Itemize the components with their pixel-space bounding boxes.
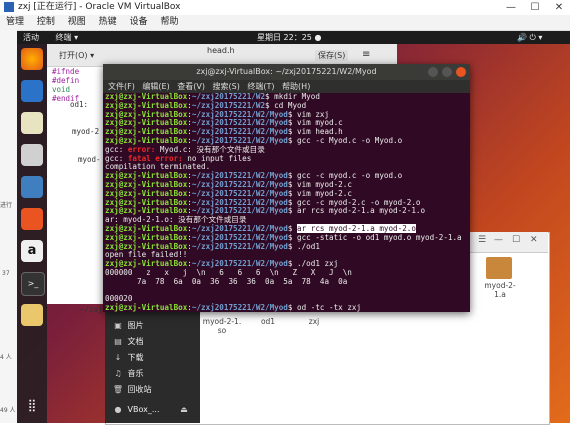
rhythmbox-icon[interactable] <box>21 112 43 134</box>
host-label: 4 人 <box>0 354 12 361</box>
archive-file-icon[interactable] <box>486 257 512 279</box>
terminal-title: zxj@zxj-VirtualBox: ~/zxj20175221/W2/Myo… <box>196 67 377 76</box>
sidebar-label: 文档 <box>127 337 144 346</box>
maximize-icon[interactable]: ☐ <box>512 235 520 245</box>
files-sidebar: ▣ 图片 ▤ 文档 ↓ 下载 ♫ 音乐 🗑 回收站 ● VBox_... ⏏ <box>105 311 200 423</box>
sidebar-item-pictures[interactable]: ▣ 图片 <box>111 319 144 333</box>
download-icon: ↓ <box>114 353 122 362</box>
gedit-side-text: myod-2 <box>72 127 100 136</box>
sidebar-label: 下载 <box>127 353 144 362</box>
terminal-titlebar: zxj@zxj-VirtualBox: ~/zxj20175221/W2/Myo… <box>103 64 470 80</box>
host-left-strip: 进行 37 4 人 49 人 <box>0 30 18 423</box>
gedit-code: #ifnde #defin void #endif <box>52 67 79 103</box>
minimize-icon[interactable]: — <box>494 235 503 245</box>
terminal-line: zxj@zxj-VirtualBox:~/zxj20175221/W2/Myod… <box>105 303 362 312</box>
gedit-file-title: head.h <box>207 46 235 55</box>
disc-icon: ● <box>114 405 122 414</box>
file-label[interactable]: zxj <box>294 317 334 326</box>
documents-icon: ▤ <box>114 337 122 346</box>
host-label: 49 人 <box>0 407 16 414</box>
open-button[interactable]: 打开(O) ▾ <box>59 50 94 61</box>
writer-icon[interactable] <box>21 176 43 198</box>
ubuntu-dock: a >_ ⣿ <box>17 44 47 423</box>
virtualbox-icon <box>4 2 14 12</box>
terminal-menubar: 文件(F) 编辑(E) 查看(V) 搜索(S) 终端(T) 帮助(H) <box>103 80 470 93</box>
clock[interactable]: 星期日 22：25 ● <box>257 31 321 44</box>
file-label[interactable]: myod-2-1.a <box>480 281 520 299</box>
sidebar-item-downloads[interactable]: ↓ 下载 <box>111 351 144 365</box>
host-label: 进行 <box>0 202 13 209</box>
terminal-close-button[interactable] <box>456 67 466 77</box>
terminal-minimize-button[interactable] <box>428 67 438 77</box>
code-line: #ifnde <box>52 67 80 76</box>
view-list-icon[interactable]: ☰ <box>478 235 486 245</box>
terminal-menu-help[interactable]: 帮助(H) <box>282 82 310 91</box>
sidebar-item-trash[interactable]: 🗑 回收站 <box>111 383 152 397</box>
terminal-menu-terminal[interactable]: 终端(T) <box>247 82 274 91</box>
sidebar-item-documents[interactable]: ▤ 文档 <box>111 335 144 349</box>
code-line: #defin <box>52 76 80 85</box>
code-line: void <box>52 85 71 94</box>
gedit-side-text: ~/zxj <box>80 305 103 314</box>
maximize-button[interactable]: ☐ <box>524 0 546 15</box>
sidebar-item-vbox[interactable]: ● VBox_... ⏏ <box>111 403 188 417</box>
menu-control[interactable]: 控制 <box>37 17 55 27</box>
activities-button[interactable]: 活动 <box>23 33 39 42</box>
ubuntu-topbar: 活动 终端 ▾ 星期日 22：25 ● 🔊 ⏻ ▾ <box>17 31 570 44</box>
gedit-side-text: myod- <box>78 155 101 164</box>
terminal-line: 7a 78 6a 0a 36 36 36 0a 5a 78 4a 0a <box>105 276 348 286</box>
vbox-title: zxj [正在运行] - Oracle VM VirtualBox <box>18 2 181 12</box>
music-icon: ♫ <box>114 369 122 378</box>
terminal-output[interactable]: zxj@zxj-VirtualBox:~/zxj20175221/W2$ mkd… <box>103 93 472 312</box>
vbox-titlebar: zxj [正在运行] - Oracle VM VirtualBox — ☐ ✕ <box>0 0 570 15</box>
host-label: 37 <box>2 270 10 277</box>
menu-manage[interactable]: 管理 <box>6 17 24 27</box>
terminal-menu-edit[interactable]: 编辑(E) <box>142 82 169 91</box>
sidebar-label: VBox_... <box>127 405 160 414</box>
show-apps-icon[interactable]: ⣿ <box>21 394 43 416</box>
eject-icon[interactable]: ⏏ <box>180 405 188 414</box>
text-editor-icon[interactable] <box>21 304 43 326</box>
amazon-icon[interactable]: a <box>21 240 43 262</box>
terminal-menu-file[interactable]: 文件(F) <box>108 82 135 91</box>
file-label[interactable]: od1 <box>248 317 288 326</box>
terminal-maximize-button[interactable] <box>442 67 452 77</box>
pictures-icon: ▣ <box>114 321 122 330</box>
status-icons[interactable]: 🔊 ⏻ ▾ <box>517 31 542 44</box>
terminal-menu-search[interactable]: 搜索(S) <box>213 82 240 91</box>
menu-devices[interactable]: 设备 <box>130 17 148 27</box>
close-icon[interactable]: ✕ <box>530 235 538 245</box>
minimize-button[interactable]: — <box>500 0 522 15</box>
vbox-menubar: 管理 控制 视图 热键 设备 帮助 <box>0 15 570 31</box>
menu-help[interactable]: 帮助 <box>160 17 178 27</box>
save-button[interactable]: 保存(S) <box>315 50 349 61</box>
menu-hotkey[interactable]: 热键 <box>99 17 117 27</box>
terminal-menu-view[interactable]: 查看(V) <box>177 82 205 91</box>
file-label[interactable]: myod-2-1. so <box>202 317 242 335</box>
menu-view[interactable]: 视图 <box>68 17 86 27</box>
files-icon[interactable] <box>21 144 43 166</box>
trash-icon: 🗑 <box>112 385 124 394</box>
sidebar-label: 图片 <box>127 321 144 330</box>
sidebar-item-music[interactable]: ♫ 音乐 <box>111 367 144 381</box>
close-button[interactable]: ✕ <box>548 0 570 15</box>
software-icon[interactable] <box>21 208 43 230</box>
sidebar-label: 回收站 <box>127 385 152 394</box>
firefox-icon[interactable] <box>21 48 43 70</box>
thunderbird-icon[interactable] <box>21 80 43 102</box>
terminal-app-menu[interactable]: 终端 ▾ <box>56 33 79 42</box>
files-header: ☰ — ☐ ✕ <box>470 232 548 253</box>
terminal-icon[interactable]: >_ <box>21 272 45 296</box>
menu-icon[interactable]: ≡ <box>362 49 370 60</box>
gedit-side-text: od1: <box>70 100 89 109</box>
sidebar-label: 音乐 <box>127 369 144 378</box>
